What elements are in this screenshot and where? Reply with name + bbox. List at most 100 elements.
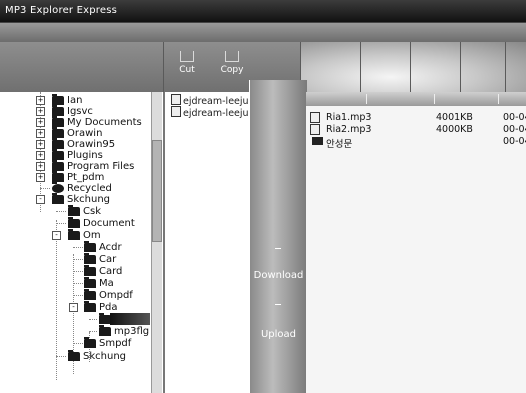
tree-item-label: My Documents <box>67 117 142 128</box>
folder-open-icon <box>52 193 64 204</box>
folder-icon <box>68 217 80 228</box>
tree-scrollbar-thumb[interactable] <box>152 140 162 242</box>
file-name: Ria1.mp3 <box>326 112 372 123</box>
download-button[interactable]: Download <box>250 270 307 281</box>
tree-item-label: Ian <box>67 95 83 106</box>
file-icon <box>171 106 181 117</box>
folder-icon <box>84 289 96 300</box>
folder-tree[interactable]: + Ian + Igsvc + My Documents + Orawin + Orawi… <box>0 92 165 393</box>
folder-icon <box>52 160 64 171</box>
menu-band <box>0 22 526 44</box>
local-file-list[interactable]: ejdream-leeju ejdream-leeju <box>165 92 250 393</box>
folder-icon <box>84 253 96 264</box>
file-name: ejdream-leeju <box>183 108 249 119</box>
file-name: 안성문 <box>326 139 353 150</box>
tree-guide <box>56 356 66 357</box>
file-date: 00-04 <box>503 136 526 147</box>
tree-item-label: Orawin95 <box>67 139 116 150</box>
tree-guide <box>73 247 83 248</box>
toolbar-highlight <box>300 42 526 92</box>
tree-item-label: Acdr <box>99 242 122 253</box>
tree-guide <box>73 259 83 260</box>
window-title: MP3 Explorer Express <box>5 5 118 16</box>
file-item[interactable]: ejdream-leeju <box>171 106 249 119</box>
table-row[interactable]: 안성문 00-04 <box>306 136 526 150</box>
toolbar-separator <box>360 42 361 92</box>
tree-item-label: Smpdf <box>99 338 132 349</box>
expand-toggle[interactable]: + <box>36 96 45 105</box>
folder-icon <box>52 149 64 160</box>
tree-guide <box>73 271 83 272</box>
tree-item-label: Skchung <box>67 194 110 205</box>
folder-icon <box>52 94 64 105</box>
expand-toggle[interactable]: + <box>36 173 45 182</box>
tree-guide <box>56 223 66 224</box>
folder-icon <box>312 137 323 145</box>
folder-icon <box>84 265 96 276</box>
cut-button[interactable]: Cut <box>171 48 203 84</box>
column-divider <box>498 94 499 104</box>
expand-toggle[interactable]: - <box>36 195 45 204</box>
cut-label: Cut <box>179 65 195 75</box>
copy-label: Copy <box>220 65 244 75</box>
tree-scrollbar[interactable] <box>151 92 162 393</box>
copy-icon <box>225 51 239 62</box>
folder-icon <box>99 325 111 336</box>
folder-icon <box>52 105 64 116</box>
tree-guide <box>40 188 50 189</box>
folder-icon <box>52 116 64 127</box>
expand-toggle[interactable]: + <box>36 162 45 171</box>
folder-icon <box>84 241 96 252</box>
column-divider <box>366 94 367 104</box>
file-item[interactable]: ejdream-leeju <box>171 94 249 107</box>
toolbar-separator <box>460 42 461 92</box>
toolbar-separator <box>505 42 506 92</box>
file-name: Ria2.mp3 <box>326 124 372 135</box>
file-date: 00-04 <box>503 112 526 123</box>
table-row[interactable]: Ria1.mp3 4001KB 00-04 <box>306 112 526 123</box>
tree-item-label: Om <box>83 230 101 241</box>
tree-guide <box>73 343 83 344</box>
expand-toggle[interactable]: + <box>36 118 45 127</box>
tree-item-label: Pt_pdm <box>67 172 105 183</box>
tree-item-label: Recycled <box>67 183 112 194</box>
file-date: 00-04 <box>503 124 526 135</box>
folder-open-icon <box>68 229 80 240</box>
tree-guide <box>73 295 83 296</box>
expand-toggle[interactable]: + <box>36 107 45 116</box>
expand-toggle[interactable]: + <box>36 129 45 138</box>
device-file-list[interactable]: Ria1.mp3 4001KB 00-04 Ria2.mp3 4000KB 00… <box>306 92 526 393</box>
toolbar-separator <box>410 42 411 92</box>
tree-guide <box>89 331 97 332</box>
tree-item-label: Plugins <box>67 150 103 161</box>
folder-icon <box>52 127 64 138</box>
expand-toggle[interactable]: + <box>36 140 45 149</box>
column-divider <box>434 94 435 104</box>
tree-item-label: Card <box>99 266 123 277</box>
folder-icon <box>68 350 80 361</box>
expand-toggle[interactable]: - <box>69 303 78 312</box>
list-header <box>306 92 526 106</box>
tree-item-label: Car <box>99 254 117 265</box>
tree-item-label: Ompdf <box>99 290 133 301</box>
tree-guide <box>89 319 97 320</box>
scissors-icon <box>180 51 194 62</box>
expand-toggle[interactable]: + <box>36 151 45 160</box>
table-row[interactable]: Ria2.mp3 4000KB 00-04 <box>306 124 526 135</box>
transfer-panel: Download Upload <box>249 80 307 393</box>
tree-item-label: Csk <box>83 206 101 217</box>
folder-icon <box>68 205 80 216</box>
folder-open-icon <box>84 301 96 312</box>
expand-toggle[interactable]: - <box>52 231 61 240</box>
tree-item-label: Document <box>83 218 135 229</box>
tree-guide <box>56 211 66 212</box>
folder-icon <box>52 138 64 149</box>
title-bar: MP3 Explorer Express <box>0 0 526 22</box>
tree-item-label <box>110 313 150 325</box>
upload-button[interactable]: Upload <box>250 329 307 340</box>
file-size: 4000KB <box>436 124 473 135</box>
tree-item-label: Program Files <box>67 161 135 172</box>
upload-arrow-icon <box>275 304 281 305</box>
folder-icon <box>84 277 96 288</box>
copy-button[interactable]: Copy <box>216 48 248 84</box>
